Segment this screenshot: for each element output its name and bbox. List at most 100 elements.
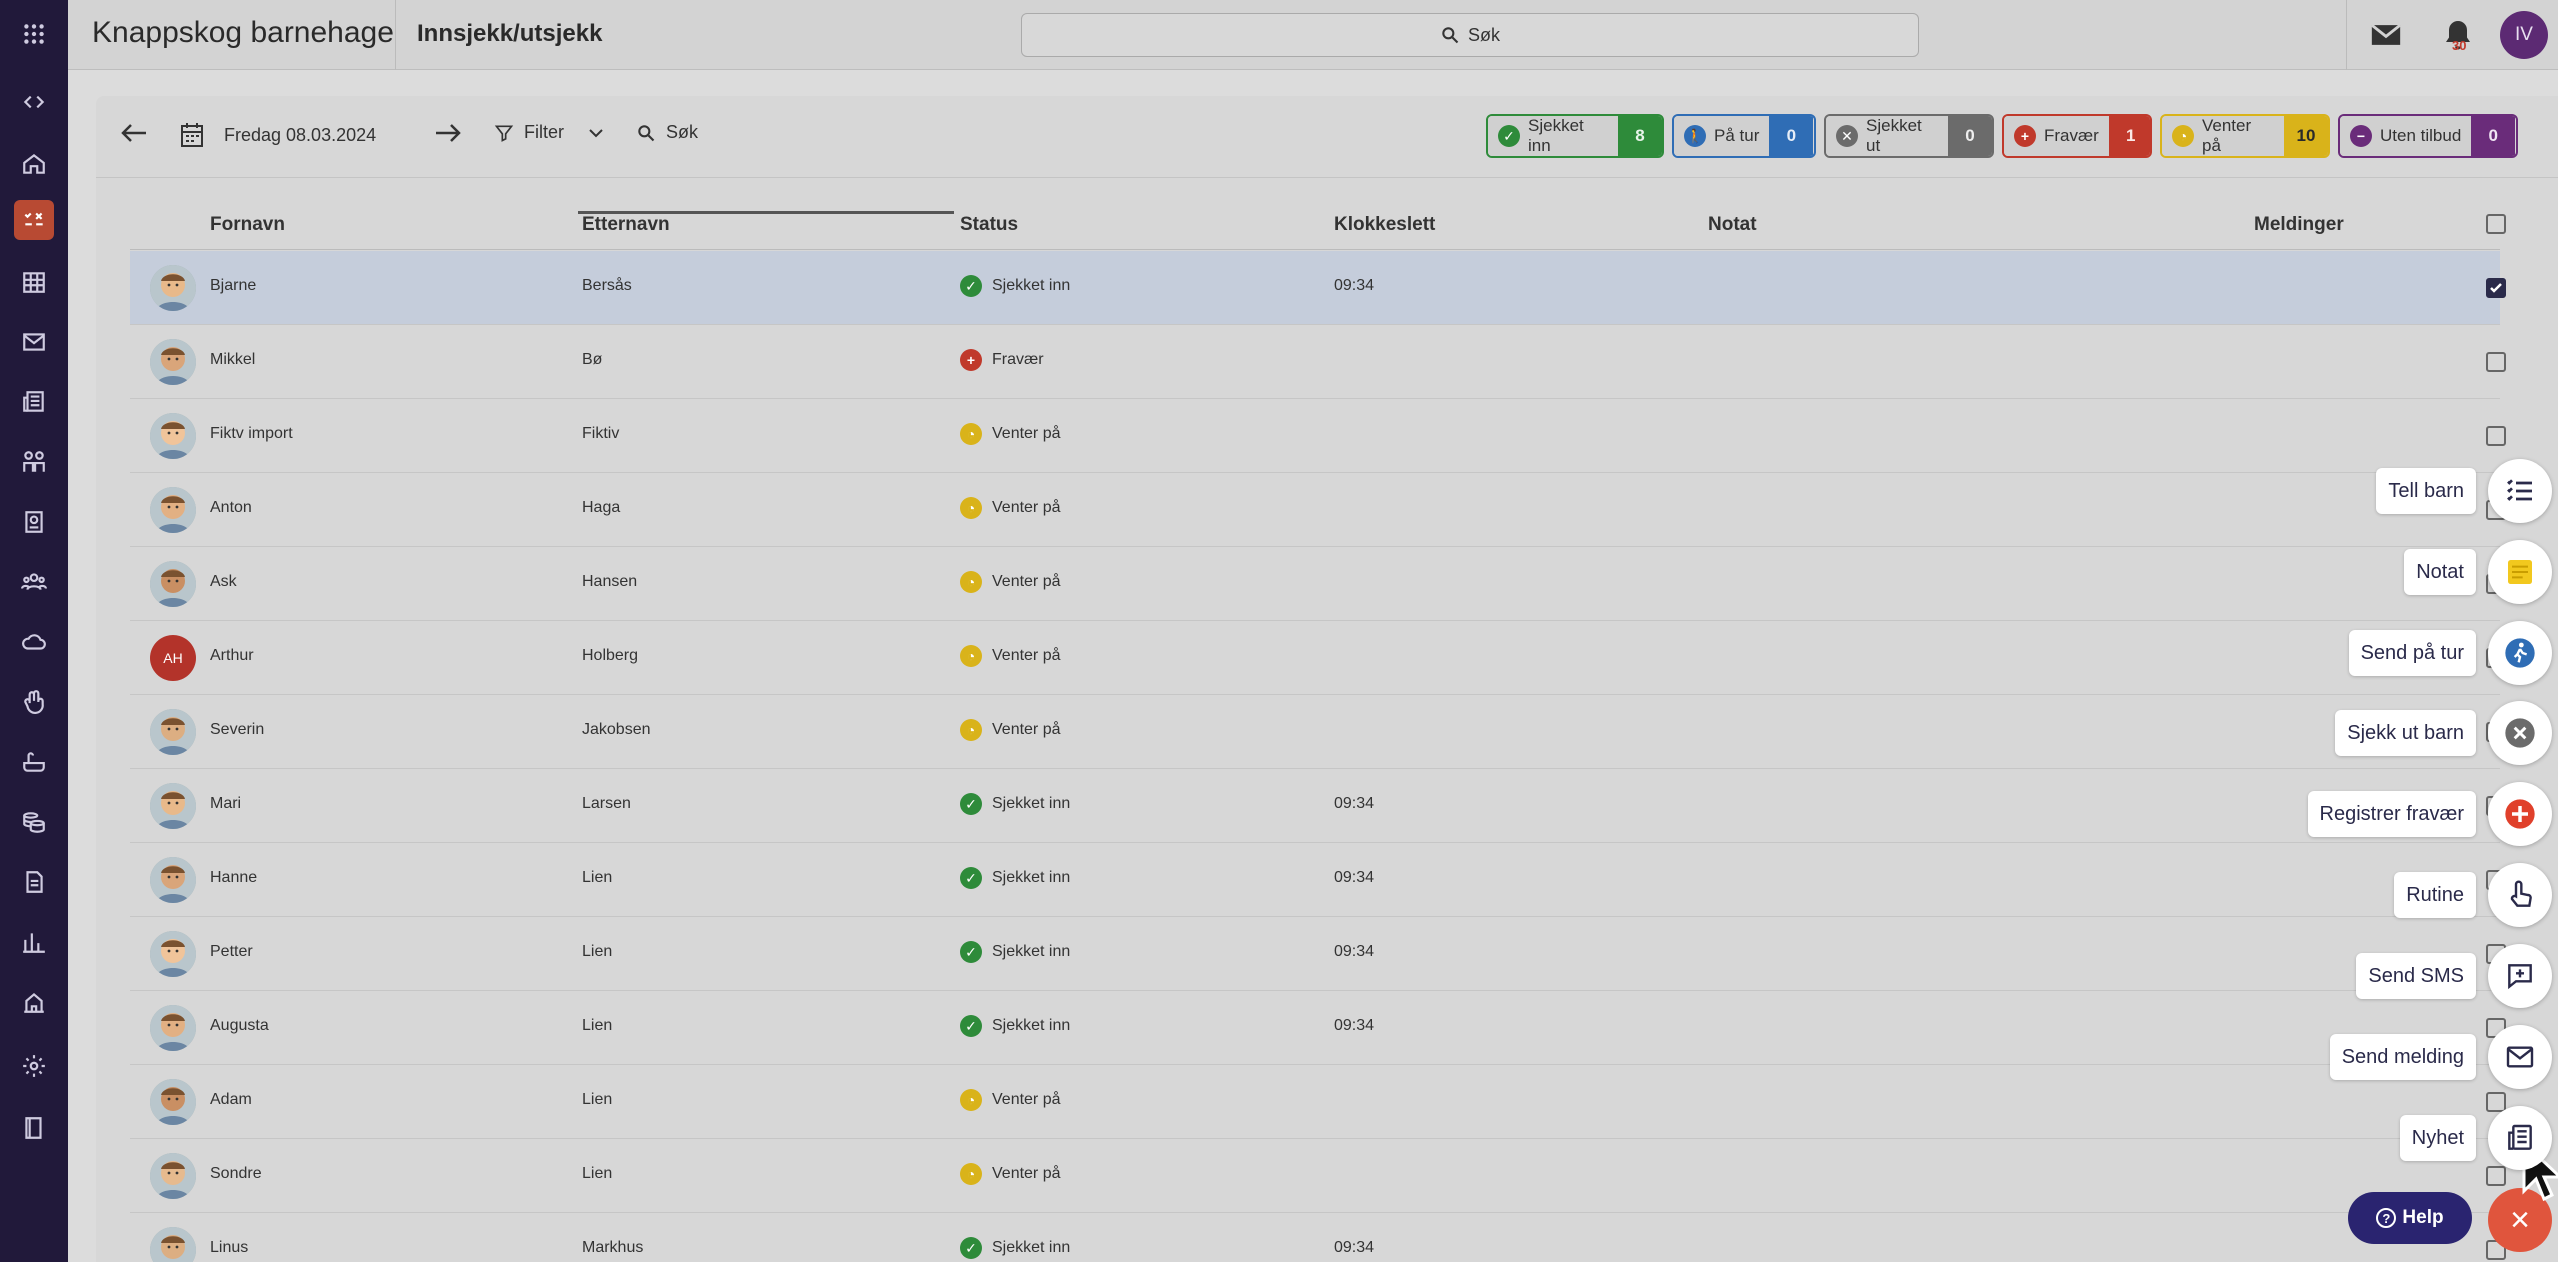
status-cell[interactable]: ◔ Venter på: [960, 719, 1061, 741]
quick-action-label[interactable]: Nyhet: [2399, 1115, 2476, 1161]
apps-grid-icon[interactable]: [14, 14, 54, 54]
table-row[interactable]: Hanne Lien ✓ Sjekket inn 09:34: [130, 843, 2506, 917]
status-cell[interactable]: ✓ Sjekket inn: [960, 793, 1070, 815]
status-chip-waiting[interactable]: ◔ Venter på 10: [2160, 114, 2330, 158]
column-header-last-name[interactable]: Etternavn: [582, 214, 670, 236]
list-search-button[interactable]: Søk: [636, 122, 698, 143]
news-icon[interactable]: [14, 382, 54, 422]
column-header-status[interactable]: Status: [960, 214, 1018, 236]
column-header-first-name[interactable]: Fornavn: [210, 214, 285, 236]
mail-icon[interactable]: [14, 322, 54, 362]
document-icon[interactable]: [14, 862, 54, 902]
status-cell[interactable]: ◔ Venter på: [960, 571, 1061, 593]
filter-button[interactable]: Filter: [494, 122, 604, 143]
row-checkbox[interactable]: [2486, 278, 2506, 298]
status-chip-checked-out[interactable]: ✕ Sjekket ut 0: [1824, 114, 1994, 158]
quick-action-sjekk-ut-barn[interactable]: Sjekk ut barn: [2335, 700, 2552, 766]
column-header-time[interactable]: Klokkeslett: [1334, 214, 1435, 236]
payments-icon[interactable]: [14, 802, 54, 842]
statistics-icon[interactable]: [14, 922, 54, 962]
select-all-checkbox[interactable]: [2486, 214, 2506, 234]
settings-gear-icon[interactable]: [14, 1046, 54, 1086]
check-in-icon[interactable]: [14, 200, 54, 240]
status-cell[interactable]: ✓ Sjekket inn: [960, 941, 1070, 963]
table-row[interactable]: Sondre Lien ◔ Venter på: [130, 1139, 2506, 1213]
quick-action-button[interactable]: [2488, 782, 2552, 846]
quick-action-button[interactable]: [2488, 701, 2552, 765]
hand-icon[interactable]: [14, 682, 54, 722]
messages-icon[interactable]: [2368, 18, 2404, 52]
status-cell[interactable]: ◔ Venter på: [960, 1089, 1061, 1111]
calendar-grid-icon[interactable]: [14, 262, 54, 302]
status-chip-no-offer[interactable]: − Uten tilbud 0: [2338, 114, 2518, 158]
table-row[interactable]: Fiktv import Fiktiv ◔ Venter på: [130, 399, 2506, 473]
table-row[interactable]: Mari Larsen ✓ Sjekket inn 09:34: [130, 769, 2506, 843]
quick-action-label[interactable]: Send på tur: [2348, 630, 2476, 676]
row-checkbox[interactable]: [2486, 352, 2506, 372]
table-row[interactable]: Anton Haga ◔ Venter på: [130, 473, 2506, 547]
status-chip-on-trip[interactable]: 🚶 På tur 0: [1672, 114, 1816, 158]
expand-collapse-icon[interactable]: [14, 82, 54, 122]
status-cell[interactable]: ✓ Sjekket inn: [960, 1237, 1070, 1259]
table-row[interactable]: Linus Markhus ✓ Sjekket inn 09:34: [130, 1213, 2506, 1262]
table-row[interactable]: Bjarne Bersås ✓ Sjekket inn 09:34: [130, 251, 2506, 325]
status-cell[interactable]: ✓ Sjekket inn: [960, 1015, 1070, 1037]
quick-action-button[interactable]: [2488, 621, 2552, 685]
status-cell[interactable]: ✓ Sjekket inn: [960, 275, 1070, 297]
bath-icon[interactable]: [14, 742, 54, 782]
quick-action-button[interactable]: [2488, 944, 2552, 1008]
quick-action-send-melding[interactable]: Send melding: [2329, 1024, 2552, 1090]
badge-icon[interactable]: [14, 502, 54, 542]
status-cell[interactable]: ◔ Venter på: [960, 497, 1061, 519]
table-row[interactable]: Augusta Lien ✓ Sjekket inn 09:34: [130, 991, 2506, 1065]
table-row[interactable]: Adam Lien ◔ Venter på: [130, 1065, 2506, 1139]
status-cell[interactable]: ◔ Venter på: [960, 1163, 1061, 1185]
status-chip-checked-in[interactable]: ✓ Sjekket inn 8: [1486, 114, 1664, 158]
status-cell[interactable]: + Fravær: [960, 349, 1044, 371]
table-row[interactable]: Petter Lien ✓ Sjekket inn 09:34: [130, 917, 2506, 991]
quick-action-tell-barn[interactable]: Tell barn: [2376, 458, 2552, 524]
table-row[interactable]: Mikkel Bø + Fravær: [130, 325, 2506, 399]
quick-action-button[interactable]: [2488, 1106, 2552, 1170]
table-row[interactable]: Ask Hansen ◔ Venter på: [130, 547, 2506, 621]
row-checkbox[interactable]: [2486, 426, 2506, 446]
quick-action-label[interactable]: Notat: [2404, 549, 2476, 595]
quick-action-button[interactable]: [2488, 459, 2552, 523]
quick-action-notat[interactable]: Notat: [2404, 539, 2552, 605]
kindergarten-icon[interactable]: [14, 982, 54, 1022]
status-cell[interactable]: ✓ Sjekket inn: [960, 867, 1070, 889]
status-cell[interactable]: ◔ Venter på: [960, 645, 1061, 667]
quick-action-button[interactable]: [2488, 540, 2552, 604]
quick-action-label[interactable]: Rutine: [2394, 872, 2476, 918]
status-cell[interactable]: ◔ Venter på: [960, 423, 1061, 445]
previous-day-arrow-icon[interactable]: [120, 122, 148, 144]
table-row[interactable]: AH Arthur Holberg ◔ Venter på: [130, 621, 2506, 695]
date-picker[interactable]: Fredag 08.03.2024: [180, 122, 376, 148]
user-avatar[interactable]: IV: [2500, 11, 2548, 59]
quick-action-label[interactable]: Tell barn: [2376, 468, 2476, 514]
table-row[interactable]: Severin Jakobsen ◔ Venter på: [130, 695, 2506, 769]
quick-action-label[interactable]: Registrer fravær: [2307, 791, 2476, 837]
quick-action-button[interactable]: [2488, 1025, 2552, 1089]
help-button[interactable]: ? Help: [2348, 1192, 2472, 1244]
quick-action-label[interactable]: Sjekk ut barn: [2335, 710, 2476, 756]
quick-action-label[interactable]: Send SMS: [2356, 953, 2476, 999]
weather-icon[interactable]: [14, 622, 54, 662]
global-search-input[interactable]: Søk: [1021, 13, 1919, 57]
quick-action-label[interactable]: Send melding: [2329, 1034, 2476, 1080]
children-icon[interactable]: [14, 442, 54, 482]
column-header-note[interactable]: Notat: [1708, 214, 1757, 236]
quick-action-send-p-tur[interactable]: Send på tur: [2348, 620, 2552, 686]
quick-action-button[interactable]: [2488, 863, 2552, 927]
groups-icon[interactable]: [14, 562, 54, 602]
status-label: Sjekket inn: [992, 869, 1071, 886]
status-chip-absent[interactable]: + Fravær 1: [2002, 114, 2152, 158]
quick-action-rutine[interactable]: Rutine: [2394, 862, 2552, 928]
column-header-messages[interactable]: Meldinger: [2254, 214, 2344, 236]
book-icon[interactable]: [14, 1108, 54, 1148]
quick-action-nyhet[interactable]: Nyhet: [2399, 1105, 2552, 1171]
next-day-arrow-icon[interactable]: [434, 122, 462, 144]
quick-action-send-sms[interactable]: Send SMS: [2356, 943, 2552, 1009]
quick-action-registrer-frav-r[interactable]: Registrer fravær: [2307, 781, 2552, 847]
home-icon[interactable]: [14, 144, 54, 184]
